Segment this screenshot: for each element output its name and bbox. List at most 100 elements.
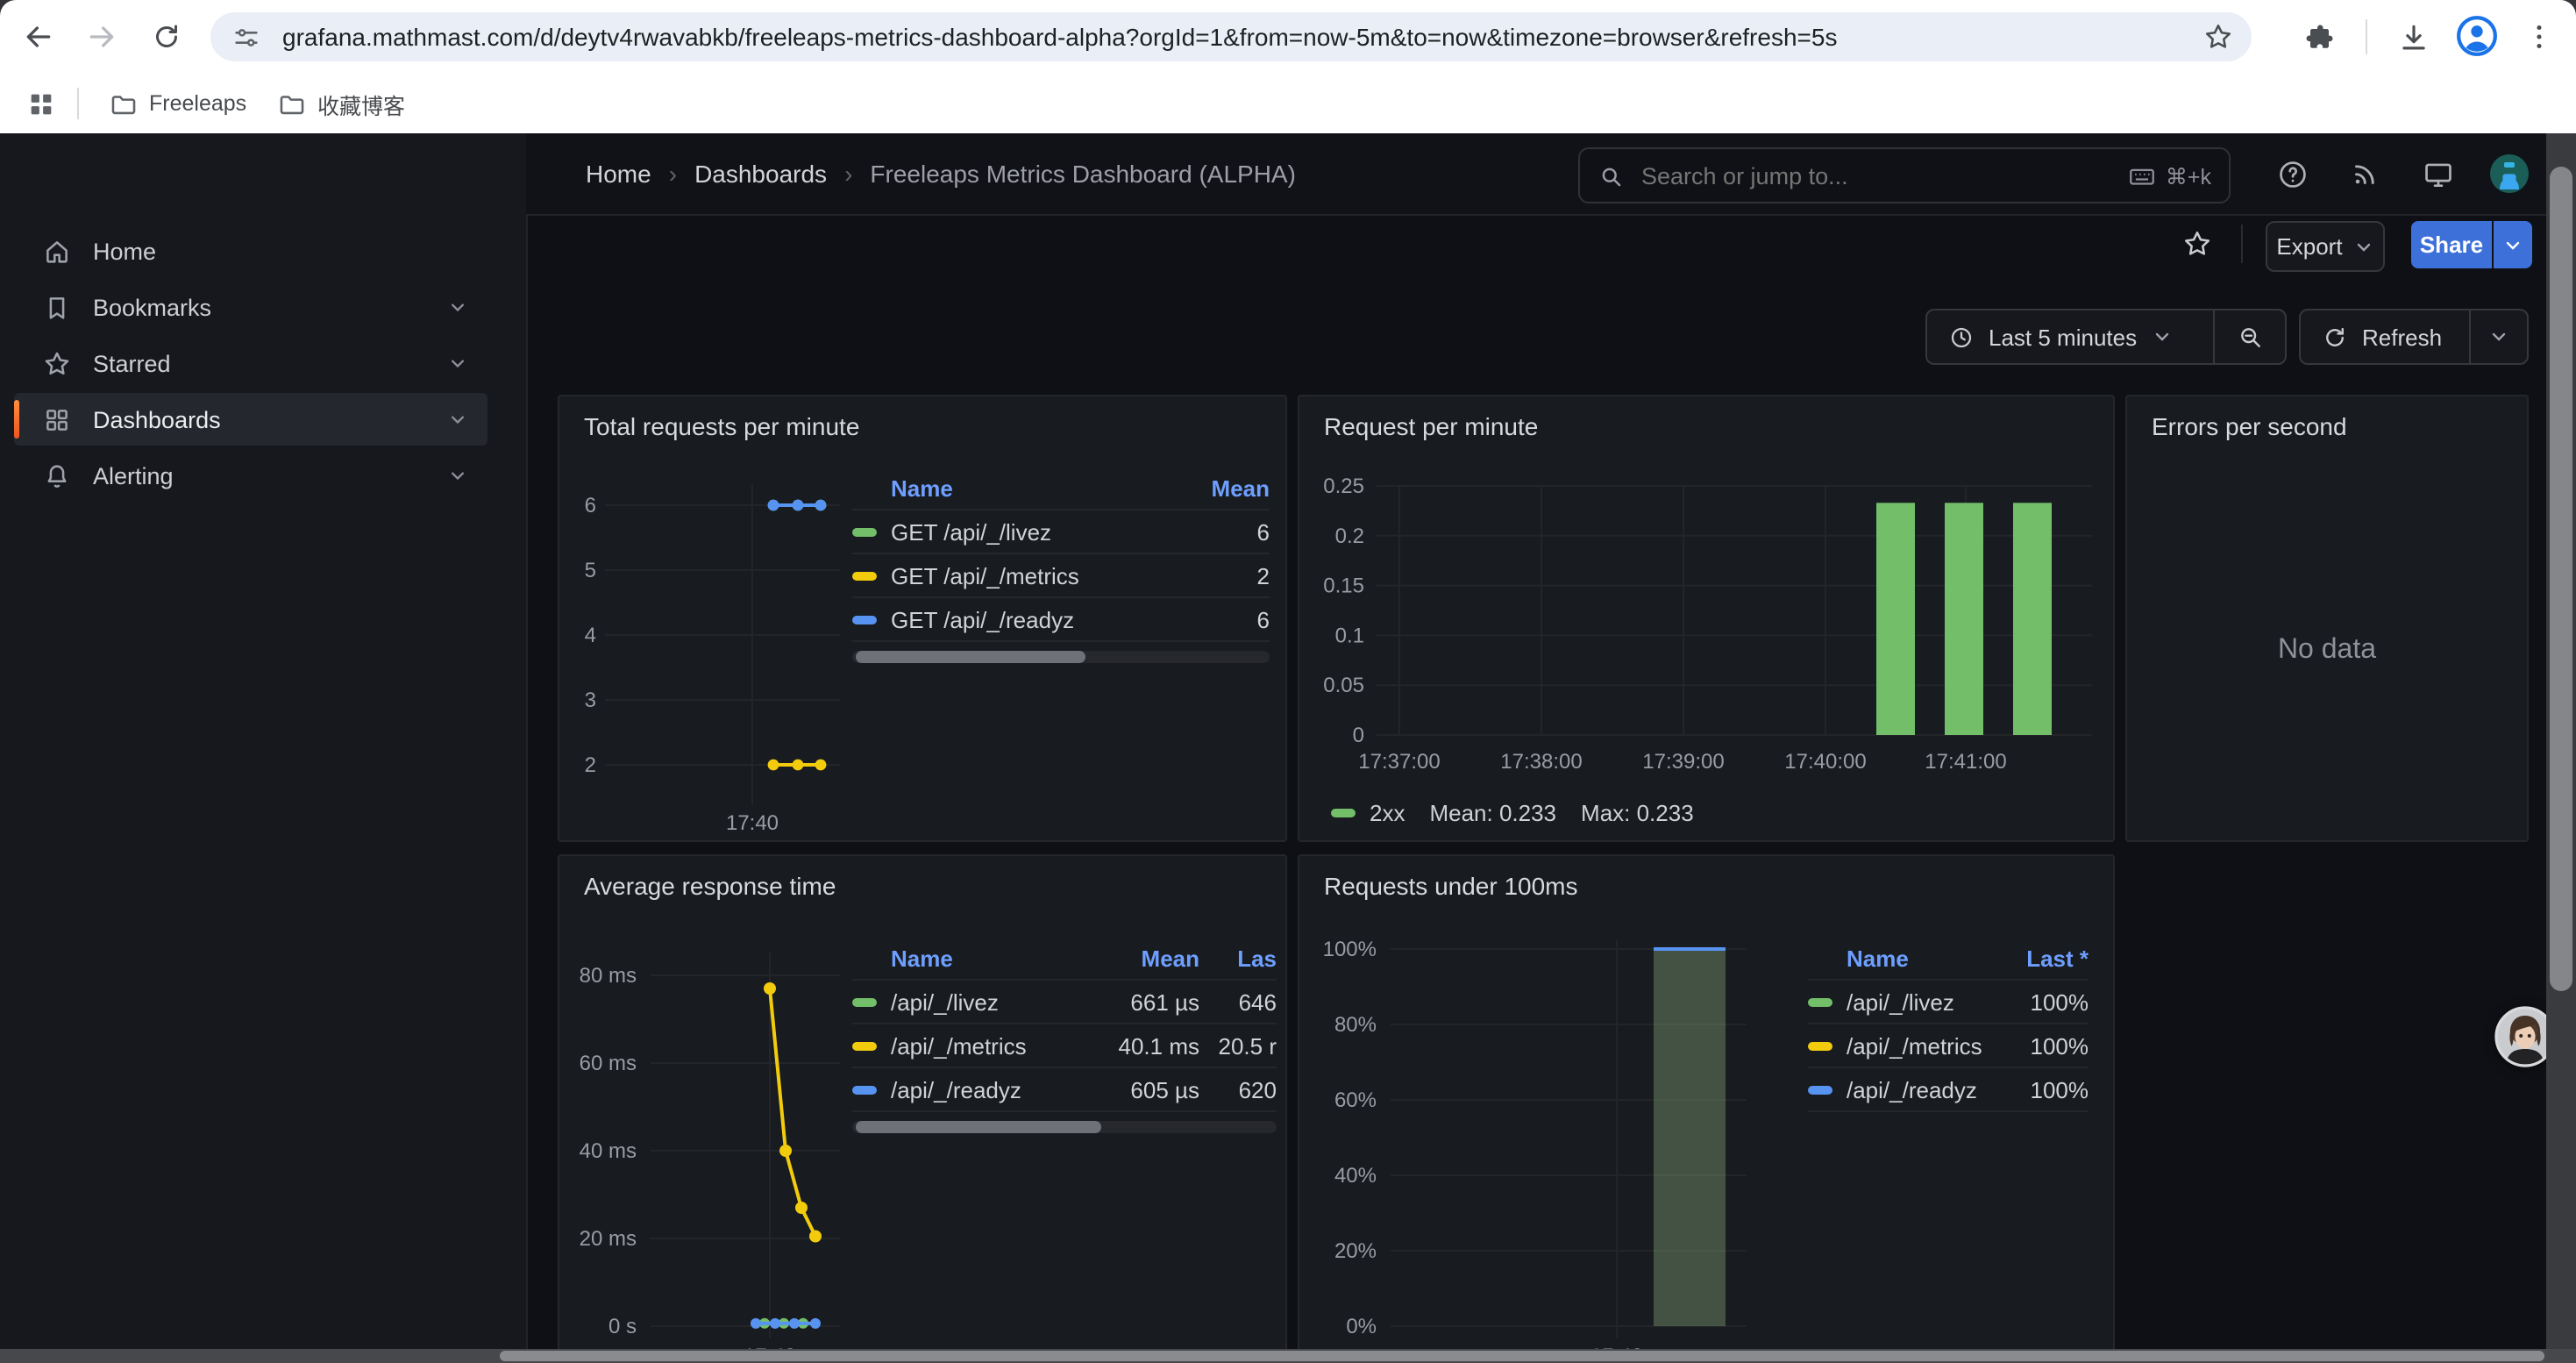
apps-button[interactable] [18, 81, 63, 126]
user-avatar[interactable] [2488, 153, 2530, 195]
col-name[interactable]: Name [1847, 945, 2011, 971]
col-name[interactable]: Name [891, 475, 1189, 501]
refresh-button[interactable]: Refresh [2301, 324, 2442, 350]
panel-title[interactable]: Errors per second [2152, 412, 2347, 440]
p5-legend-table: Name Last * /api/_/livez 100% /api/_/met… [1808, 937, 2089, 1112]
series-color-pill [852, 1085, 877, 1094]
chevron-down-icon [2502, 234, 2523, 255]
chevron-down-icon[interactable] [445, 351, 470, 375]
sidebar-item-alerting[interactable]: Alerting [14, 449, 487, 502]
download-icon [2396, 20, 2430, 54]
chevron-right-icon: › [669, 160, 677, 188]
table-horizontal-scrollbar[interactable] [852, 651, 1270, 663]
time-range-picker[interactable]: Last 5 minutes [1927, 324, 2172, 350]
scrollbar-thumb[interactable] [856, 1121, 1102, 1133]
url-input[interactable] [279, 21, 2039, 53]
series-last: 100% [2011, 988, 2089, 1015]
extensions-button[interactable] [2294, 12, 2343, 61]
export-button[interactable]: Export [2266, 221, 2385, 272]
browser-back-button[interactable] [14, 12, 63, 61]
active-accent-bar [14, 400, 19, 439]
favorite-dashboard-button[interactable] [2174, 221, 2220, 267]
breadcrumb-home[interactable]: Home [586, 160, 651, 188]
panel-errors-per-second: Errors per second No data [2125, 395, 2529, 842]
series-color-pill [1808, 997, 1832, 1006]
zoom-out-icon [2236, 323, 2264, 351]
star-icon [42, 348, 72, 378]
series-name[interactable]: GET /api/_/metrics [891, 562, 1189, 589]
svg-text:17:37:00: 17:37:00 [1358, 750, 1440, 774]
time-range-group: Last 5 minutes [1925, 309, 2287, 365]
table-header: Name Mean Las [852, 937, 1277, 981]
kebab-menu-icon [2523, 21, 2555, 53]
clock-icon [1948, 324, 1975, 350]
home-icon [42, 236, 72, 266]
svg-text:40 ms: 40 ms [580, 1139, 637, 1163]
series-last: 20.5 r [1199, 1032, 1277, 1059]
horizontal-scrollbar-thumb[interactable] [500, 1351, 2544, 1361]
bookmark-star-icon[interactable] [2202, 21, 2234, 53]
browser-menu-button[interactable] [2516, 12, 2562, 61]
series-name[interactable]: GET /api/_/livez [891, 518, 1189, 545]
panel-total-requests-per-minute: Total requests per minute 6543217:40 Nam… [558, 395, 1287, 842]
sidebar-item-home[interactable]: Home [14, 225, 487, 277]
series-name[interactable]: GET /api/_/readyz [891, 606, 1189, 632]
svg-text:80%: 80% [1334, 1013, 1377, 1037]
export-label: Export [2276, 233, 2342, 260]
search-input[interactable] [1638, 161, 2127, 190]
col-last[interactable]: Las [1199, 945, 1277, 971]
rss-icon [2350, 158, 2381, 189]
zoom-out-time-button[interactable] [2213, 310, 2285, 363]
col-name[interactable]: Name [891, 945, 1091, 971]
browser-forward-button[interactable] [77, 12, 126, 61]
help-button[interactable] [2269, 151, 2315, 196]
folder-icon [109, 89, 139, 118]
table-horizontal-scrollbar[interactable] [852, 1121, 1277, 1133]
browser-reload-button[interactable] [142, 12, 191, 61]
browser-profile-button[interactable] [2455, 14, 2499, 58]
panel-average-response-time: Average response time 80 ms60 ms40 ms20 … [558, 854, 1287, 1363]
series-name[interactable]: /api/_/readyz [1847, 1076, 2011, 1103]
share-menu-button[interactable] [2494, 221, 2532, 268]
series-name[interactable]: /api/_/livez [891, 988, 1091, 1015]
scrollbar-thumb[interactable] [856, 651, 1085, 663]
table-row: /api/_/readyz 100% [1808, 1068, 2089, 1112]
sidebar-item-bookmarks[interactable]: Bookmarks [14, 281, 487, 333]
share-button[interactable]: Share [2411, 221, 2492, 268]
svg-text:40%: 40% [1334, 1164, 1377, 1188]
panel-request-per-minute: Request per minute 0.250.20.150.10.05017… [1298, 395, 2115, 842]
bookmark-folder-blogs[interactable]: 收藏博客 [277, 81, 405, 126]
vertical-scrollbar-thumb[interactable] [2550, 167, 2572, 991]
col-mean[interactable]: Mean [1091, 945, 1199, 971]
browser-toolbar [0, 0, 2576, 74]
series-name[interactable]: /api/_/livez [1847, 988, 2011, 1015]
kiosk-mode-button[interactable] [2415, 151, 2460, 196]
series-name[interactable]: /api/_/metrics [1847, 1032, 2011, 1059]
svg-text:0.1: 0.1 [1335, 624, 1364, 647]
series-name[interactable]: /api/_/metrics [891, 1032, 1091, 1059]
tune-icon[interactable] [231, 22, 261, 52]
svg-text:0.25: 0.25 [1323, 475, 1364, 498]
chevron-down-icon[interactable] [445, 463, 470, 488]
chevron-down-icon[interactable] [445, 407, 470, 432]
request-per-minute-chart[interactable]: 0.250.20.150.10.05017:37:0017:38:0017:39… [1299, 396, 2113, 840]
sidebar-item-starred[interactable]: Starred [14, 337, 487, 389]
sidebar-item-dashboards[interactable]: Dashboards [14, 393, 487, 446]
col-mean[interactable]: Mean [1189, 475, 1270, 501]
refresh-interval-button[interactable] [2469, 310, 2527, 363]
folder-icon [277, 89, 307, 118]
svg-text:0: 0 [1353, 724, 1364, 747]
col-last[interactable]: Last * [2011, 945, 2089, 971]
bookmarks-divider [77, 88, 79, 119]
news-button[interactable] [2343, 151, 2388, 196]
series-name[interactable]: /api/_/readyz [891, 1076, 1091, 1103]
bookmarks-bar: Freeleaps 收藏博客 [0, 74, 2576, 135]
legend-item-2xx[interactable]: 2xx [1331, 800, 1405, 826]
breadcrumb-dashboards[interactable]: Dashboards [694, 160, 827, 188]
downloads-button[interactable] [2388, 12, 2437, 61]
search-box[interactable]: ⌘+k [1578, 147, 2231, 203]
chevron-down-icon[interactable] [445, 295, 470, 319]
bookmark-folder-freeleaps[interactable]: Freeleaps [109, 81, 246, 126]
series-mean: 40.1 ms [1091, 1032, 1199, 1059]
address-bar[interactable] [210, 12, 2252, 61]
